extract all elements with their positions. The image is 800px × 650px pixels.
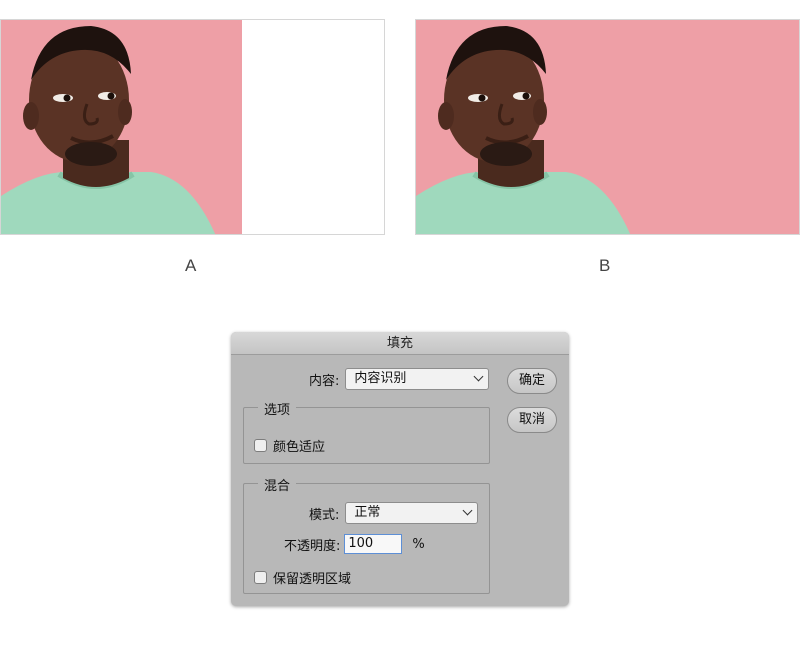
mode-label: 模式: xyxy=(309,507,340,523)
color-adapt-checkbox[interactable] xyxy=(254,439,267,452)
preserve-transparency-label: 保留透明区域 xyxy=(273,572,352,587)
content-select[interactable]: 内容识别 xyxy=(345,368,490,390)
photo-b xyxy=(415,19,800,235)
opacity-label: 不透明度: xyxy=(284,538,341,554)
fill-dialog: 填充 内容: 内容识别 确定 取消 选项 颜色适应 混合 模式: 正常 不透明度… xyxy=(231,332,569,606)
photo-a xyxy=(0,19,385,235)
opacity-input[interactable]: 100 xyxy=(344,534,403,554)
empty-canvas-area xyxy=(242,20,384,234)
mode-select[interactable]: 正常 xyxy=(345,502,479,524)
content-label: 内容: xyxy=(309,373,340,389)
preserve-row: 保留透明区域 xyxy=(254,568,351,587)
portrait-illustration-b xyxy=(416,20,799,234)
ok-button[interactable]: 确定 xyxy=(507,368,557,394)
stage: A B 填充 内容: 内容识别 确定 取消 选项 颜色适应 混合 模式: 正常 … xyxy=(0,0,800,650)
dialog-title: 填充 xyxy=(231,332,569,355)
color-adapt-row: 颜色适应 xyxy=(254,436,325,455)
content-row: 内容: 内容识别 xyxy=(309,368,490,390)
content-select-value: 内容识别 xyxy=(354,371,407,386)
options-group: 选项 颜色适应 xyxy=(243,399,490,464)
color-adapt-label: 颜色适应 xyxy=(273,440,326,455)
cancel-button[interactable]: 取消 xyxy=(507,407,557,433)
preserve-transparency-checkbox[interactable] xyxy=(254,571,267,584)
opacity-row: 不透明度: 100 % xyxy=(284,534,425,554)
opacity-unit: % xyxy=(412,536,425,552)
blend-group-title: 混合 xyxy=(258,475,297,494)
label-a: A xyxy=(185,256,197,275)
label-b: B xyxy=(599,256,611,275)
mode-row: 模式: 正常 xyxy=(309,502,479,524)
blend-group: 混合 模式: 正常 不透明度: 100 % 保留透明区域 xyxy=(243,475,490,594)
chevron-down-icon xyxy=(473,371,484,382)
options-group-title: 选项 xyxy=(258,399,297,418)
mode-select-value: 正常 xyxy=(354,505,381,520)
chevron-down-icon xyxy=(462,505,473,516)
